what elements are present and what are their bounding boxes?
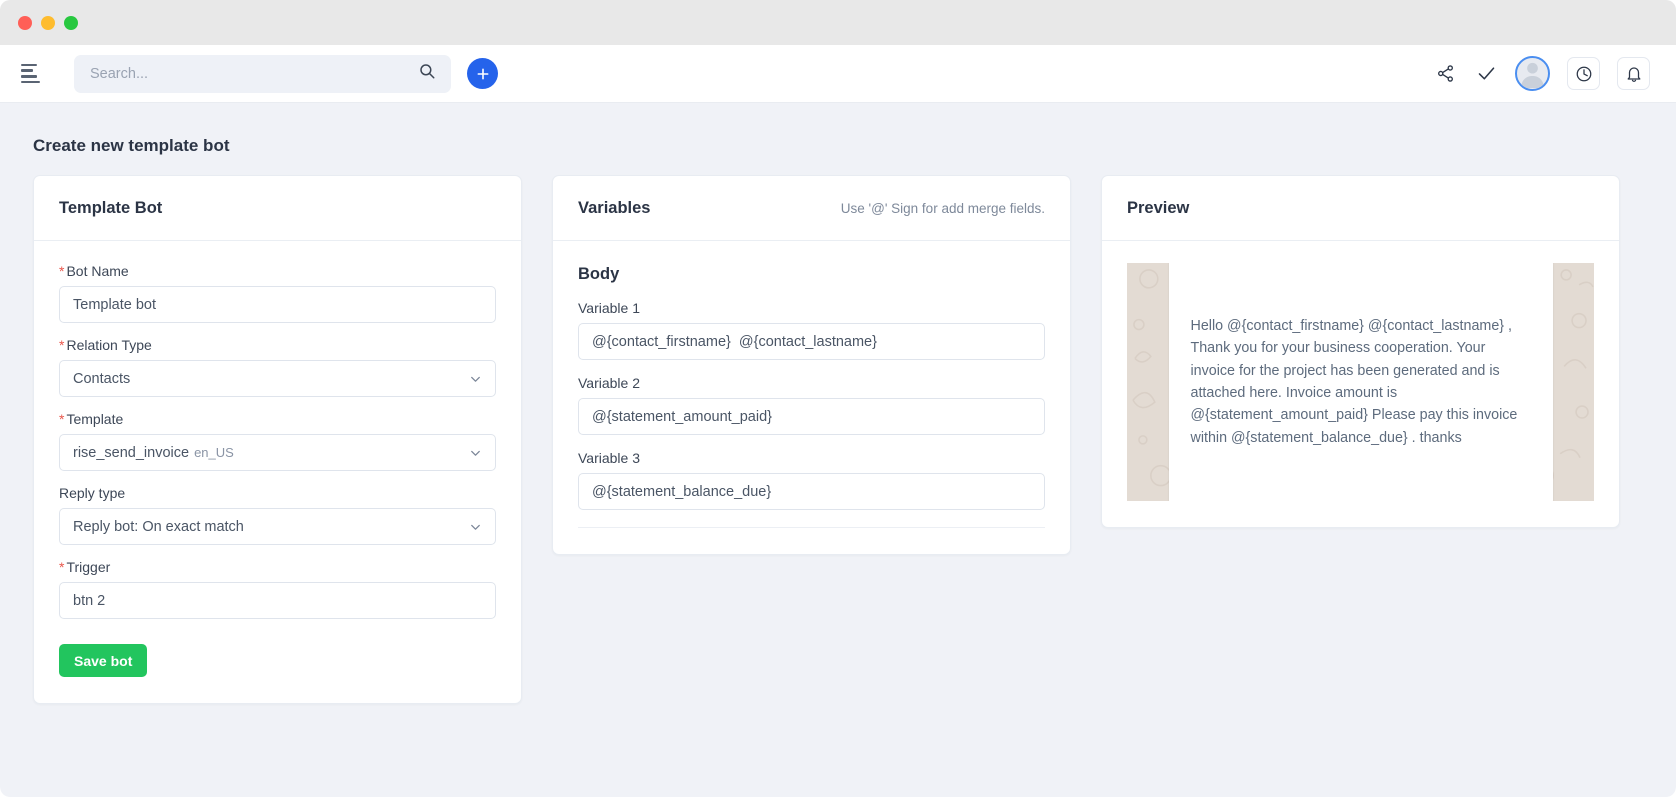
save-bot-button[interactable]: Save bot [59,644,147,677]
trigger-label: *Trigger [59,559,496,575]
search-box[interactable] [74,55,451,93]
share-icon[interactable] [1433,62,1457,86]
page-content: Create new template bot Template Bot *Bo… [0,103,1676,797]
window-titlebar [0,0,1676,45]
field-relation-type: *Relation Type Contacts [59,337,496,397]
columns-layout: Template Bot *Bot Name *Relation Type [33,175,1643,704]
variables-card-title: Variables [578,199,650,218]
relation-type-select[interactable]: Contacts [59,360,496,397]
chevron-down-icon [468,445,483,460]
avatar[interactable] [1515,56,1550,91]
window-close-button[interactable] [18,16,32,30]
field-bot-name: *Bot Name [59,263,496,323]
body-section-title: Body [578,265,1045,284]
variables-card-body: Body Variable 1 Variable 2 Variable 3 [553,241,1070,554]
preview-card: Preview [1101,175,1620,528]
reply-type-label: Reply type [59,485,496,501]
relation-type-value: Contacts [73,371,130,387]
chevron-down-icon [468,371,483,386]
preview-card-title: Preview [1127,199,1189,218]
template-bot-card-header: Template Bot [34,176,521,241]
app-window: Create new template bot Template Bot *Bo… [0,0,1676,797]
variable-1-label: Variable 1 [578,300,1045,316]
hamburger-menu-icon[interactable] [18,63,44,85]
add-button[interactable] [467,58,498,89]
variables-card-header: Variables Use '@' Sign for add merge fie… [553,176,1070,241]
variable-2-label: Variable 2 [578,375,1045,391]
bell-icon[interactable] [1617,57,1650,90]
window-zoom-button[interactable] [64,16,78,30]
required-marker: * [59,411,64,427]
trigger-input[interactable] [59,582,496,619]
template-bot-card-body: *Bot Name *Relation Type Contacts [34,241,521,703]
variable-3-field: Variable 3 [578,450,1045,510]
template-label-text: Template [66,411,123,427]
required-marker: * [59,559,64,575]
topbar-actions [1433,56,1650,91]
template-value: rise_send_invoice [73,445,189,461]
required-marker: * [59,337,64,353]
template-bot-card-title: Template Bot [59,199,162,218]
reply-type-select[interactable]: Reply bot: On exact match [59,508,496,545]
search-input[interactable] [90,66,418,82]
search-icon[interactable] [418,62,436,85]
variable-3-label: Variable 3 [578,450,1045,466]
variable-3-input[interactable] [578,473,1045,510]
preview-message-bubble: Hello @{contact_firstname} @{contact_las… [1169,263,1553,501]
clock-icon[interactable] [1567,57,1600,90]
variables-card: Variables Use '@' Sign for add merge fie… [552,175,1071,555]
relation-type-label-text: Relation Type [66,337,151,353]
app-topbar [0,45,1676,103]
check-icon[interactable] [1474,62,1498,86]
field-template: *Template rise_send_invoice en_US [59,411,496,471]
bot-name-label: *Bot Name [59,263,496,279]
variable-2-input[interactable] [578,398,1045,435]
reply-type-value: Reply bot: On exact match [73,519,244,535]
variable-1-field: Variable 1 [578,300,1045,360]
window-minimize-button[interactable] [41,16,55,30]
page-title: Create new template bot [33,136,1643,156]
variable-1-input[interactable] [578,323,1045,360]
template-language: en_US [194,445,234,460]
field-reply-type: Reply type Reply bot: On exact match [59,485,496,545]
preview-message-text: Hello @{contact_firstname} @{contact_las… [1191,315,1531,449]
template-label: *Template [59,411,496,427]
trigger-label-text: Trigger [66,559,110,575]
relation-type-label: *Relation Type [59,337,496,353]
preview-canvas: Hello @{contact_firstname} @{contact_las… [1127,263,1594,501]
preview-card-body: Hello @{contact_firstname} @{contact_las… [1102,241,1619,527]
field-trigger: *Trigger [59,559,496,619]
required-marker: * [59,263,64,279]
preview-card-header: Preview [1102,176,1619,241]
template-select[interactable]: rise_send_invoice en_US [59,434,496,471]
bot-name-label-text: Bot Name [66,263,128,279]
merge-fields-hint: Use '@' Sign for add merge fields. [841,201,1045,216]
variables-divider [578,527,1045,528]
chevron-down-icon [468,519,483,534]
variable-2-field: Variable 2 [578,375,1045,435]
bot-name-input[interactable] [59,286,496,323]
template-bot-card: Template Bot *Bot Name *Relation Type [33,175,522,704]
